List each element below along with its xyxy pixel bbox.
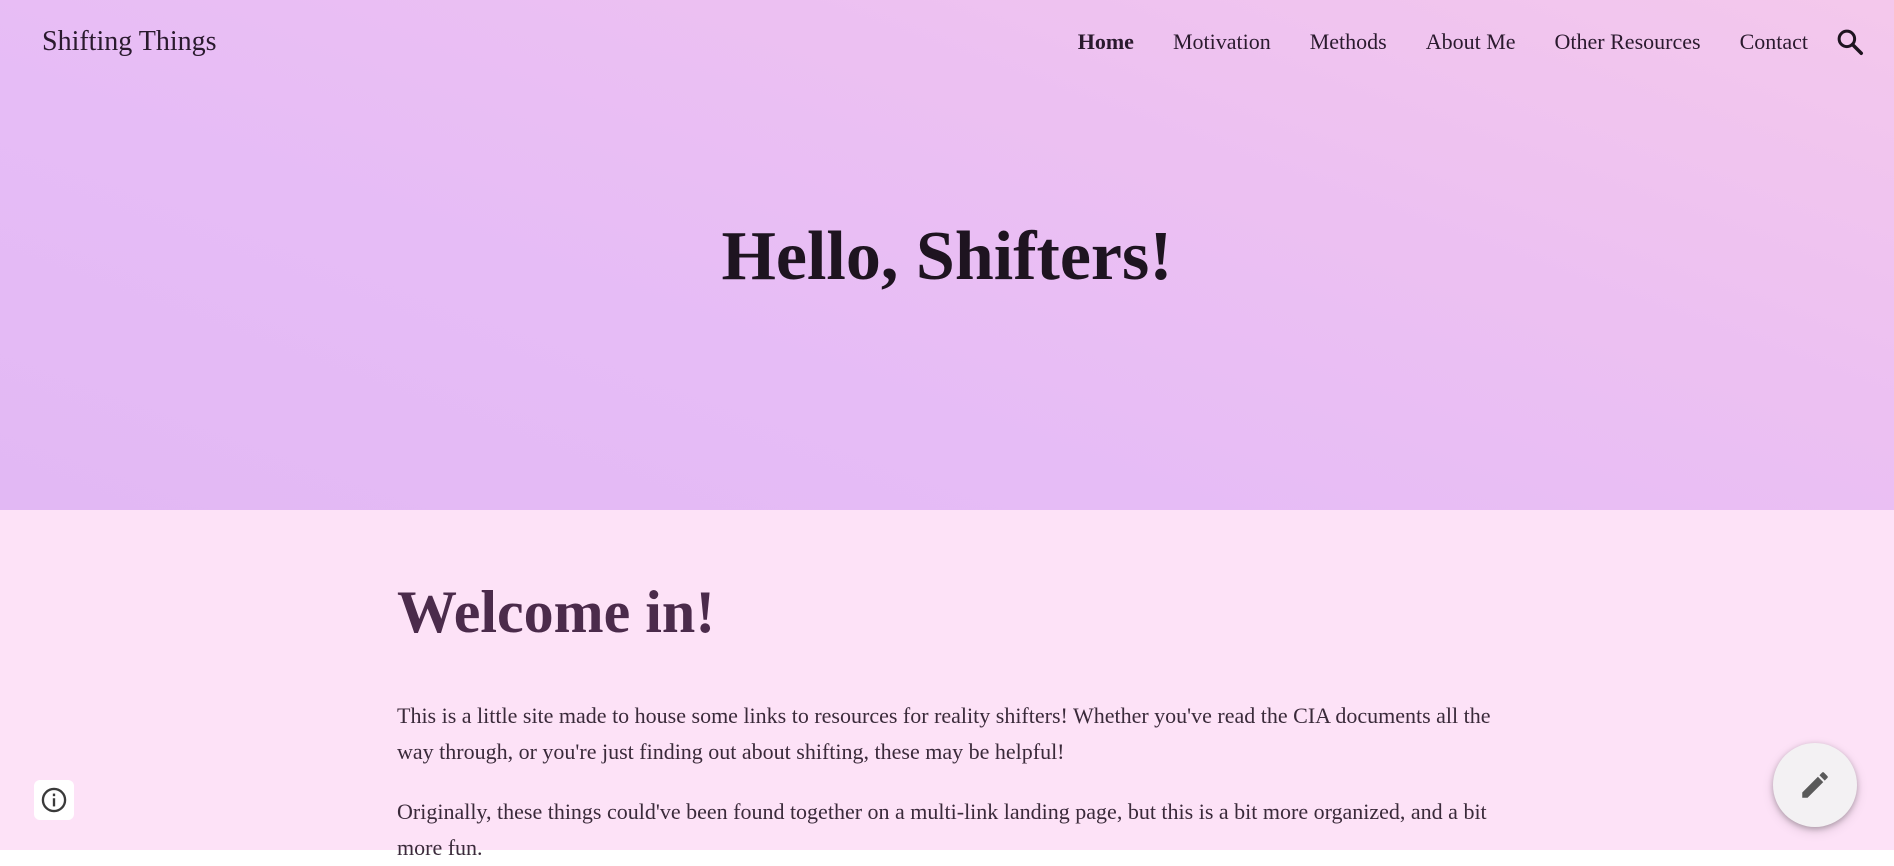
search-button[interactable]: [1832, 24, 1868, 60]
nav-item-contact[interactable]: Contact: [1740, 22, 1808, 62]
info-icon: [41, 787, 67, 813]
top-navigation: Home Motivation Methods About Me Other R…: [1039, 22, 1808, 62]
nav-item-motivation[interactable]: Motivation: [1173, 22, 1271, 62]
nav-item-home[interactable]: Home: [1078, 22, 1134, 62]
search-icon: [1837, 29, 1863, 55]
pencil-icon: [1802, 772, 1828, 798]
welcome-heading: Welcome in!: [397, 579, 716, 645]
site-title-link[interactable]: Shifting Things: [42, 22, 217, 62]
edit-button[interactable]: [1773, 743, 1857, 827]
hero-title: Hello, Shifters!: [721, 218, 1173, 295]
site-info-button[interactable]: [34, 780, 74, 820]
nav-item-methods[interactable]: Methods: [1310, 22, 1387, 62]
origin-paragraph: Originally, these things could've been f…: [397, 799, 1487, 860]
nav-item-other-resources[interactable]: Other Resources: [1555, 22, 1701, 62]
nav-item-about-me[interactable]: About Me: [1426, 22, 1516, 62]
intro-paragraph: This is a little site made to house some…: [397, 703, 1491, 764]
